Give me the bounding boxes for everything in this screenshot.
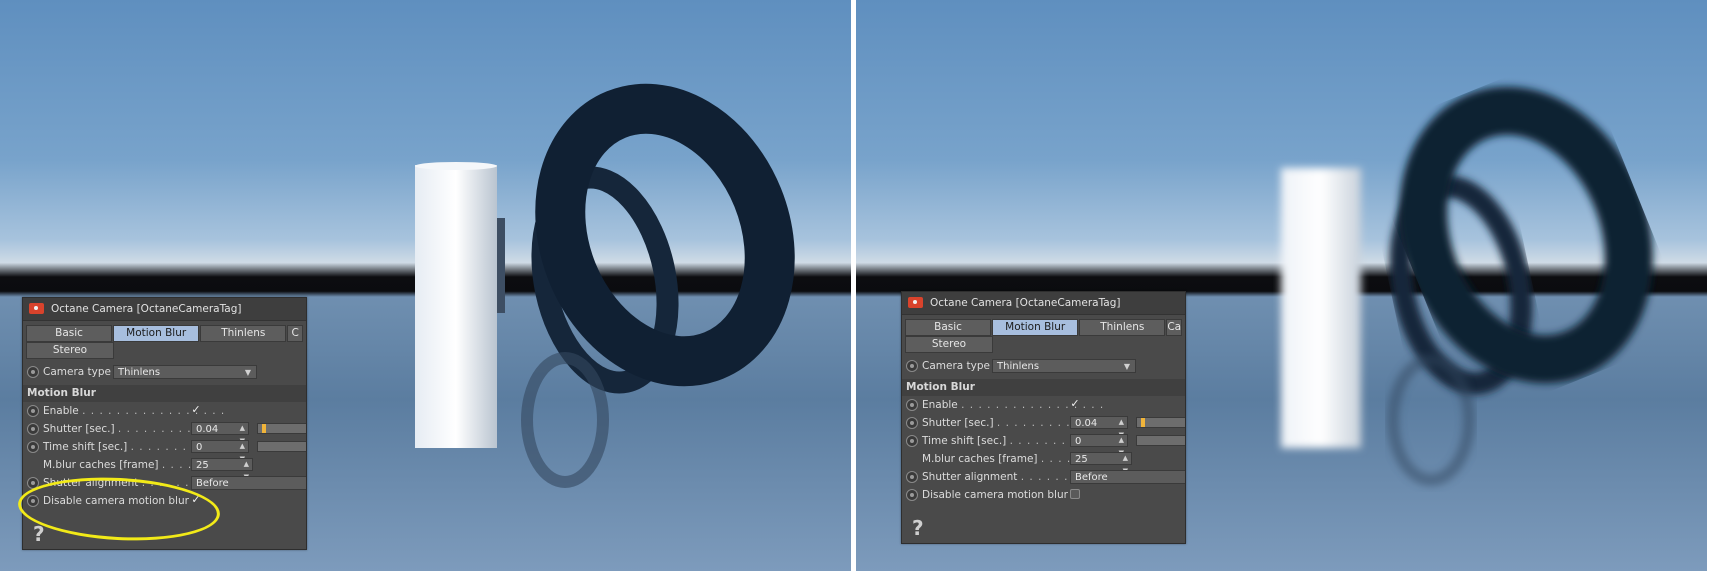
animation-radio-icon[interactable] — [27, 405, 39, 417]
animation-radio-icon[interactable] — [27, 441, 39, 453]
animation-radio-icon[interactable] — [906, 435, 918, 447]
enable-row: Enable . . . . . . . . . . . . . . . . .… — [902, 396, 1185, 414]
time-shift-value: 0 — [1075, 436, 1082, 447]
animation-radio-icon[interactable] — [906, 417, 918, 429]
disable-camera-motion-blur-row: Disable camera motion blur — [902, 486, 1185, 504]
time-shift-slider[interactable] — [1136, 435, 1185, 446]
shutter-alignment-dropdown[interactable]: Before — [1070, 470, 1185, 484]
camera-type-dropdown[interactable]: Thinlens ▼ — [113, 365, 257, 379]
shutter-label: Shutter [sec.] — [922, 417, 994, 429]
chevron-down-icon: ▼ — [1123, 362, 1130, 371]
shutter-alignment-value: Before — [196, 478, 229, 489]
camera-tag-icon — [29, 303, 44, 314]
enable-checkbox[interactable]: ✓ — [191, 404, 201, 415]
dot-leader: . . . . . . . . . . . . . . . . . — [961, 399, 1105, 411]
help-icon[interactable]: ? — [912, 516, 924, 540]
shutter-value: 0.04 — [196, 424, 219, 435]
shutter-label: Shutter [sec.] — [43, 423, 115, 435]
camera-tag-icon — [908, 297, 923, 308]
shutter-slider[interactable] — [257, 423, 306, 434]
time-shift-row: Time shift [sec.] . . . . . . . . . . 0 … — [23, 438, 306, 463]
time-shift-input[interactable]: 0 ▲▼ — [191, 440, 249, 463]
camera-type-row: Camera type Thinlens ▼ — [902, 357, 1185, 375]
tab-bar: Basic Motion Blur Thinlens Camera I — [902, 315, 1185, 336]
camera-type-value: Thinlens — [997, 361, 1040, 372]
disable-camera-motion-blur-label: Disable camera motion blur — [922, 489, 1068, 501]
tab-stereo[interactable]: Stereo — [26, 342, 114, 359]
shutter-row: Shutter [sec.] . . . . . . . . . . . . .… — [902, 414, 1185, 439]
camera-type-label: Camera type — [922, 360, 990, 372]
camera-type-label: Camera type — [43, 366, 111, 378]
slider-handle[interactable] — [1141, 418, 1145, 427]
panel-title-text: Octane Camera [OctaneCameraTag] — [930, 297, 1121, 309]
shutter-slider[interactable] — [1136, 417, 1185, 428]
octane-camera-panel: Octane Camera [OctaneCameraTag] Basic Mo… — [901, 291, 1186, 544]
camera-type-dropdown[interactable]: Thinlens ▼ — [992, 359, 1136, 373]
tab-basic[interactable]: Basic — [905, 319, 992, 336]
panel-title-text: Octane Camera [OctaneCameraTag] — [51, 303, 242, 315]
panel-title: Octane Camera [OctaneCameraTag] — [902, 292, 1185, 315]
panel-title: Octane Camera [OctaneCameraTag] — [23, 298, 306, 321]
camera-type-row: Camera type Thinlens ▼ — [23, 363, 306, 381]
time-shift-row: Time shift [sec.] . . . . . . . . . . 0 … — [902, 432, 1185, 457]
mblur-caches-label: M.blur caches [frame] — [922, 453, 1038, 465]
disable-camera-motion-blur-checkbox[interactable] — [1070, 489, 1080, 499]
tab-stereo[interactable]: Stereo — [905, 336, 993, 353]
mblur-caches-value: 25 — [196, 460, 209, 471]
chevron-down-icon: ▼ — [244, 368, 251, 377]
enable-label: Enable — [43, 405, 79, 417]
tab-camera-imager[interactable]: Camera I — [1166, 319, 1183, 336]
mblur-caches-input[interactable]: 25 ▲▼ — [1070, 452, 1132, 475]
animation-radio-icon[interactable] — [27, 423, 39, 435]
enable-checkbox[interactable]: ✓ — [1070, 398, 1080, 409]
shutter-alignment-dropdown[interactable]: Before — [191, 476, 306, 490]
dot-leader: . . . . . . . . . . . . . . . . . — [82, 405, 226, 417]
mblur-caches-value: 25 — [1075, 454, 1088, 465]
animation-radio-icon[interactable] — [906, 360, 918, 372]
shutter-alignment-value: Before — [1075, 472, 1108, 483]
time-shift-label: Time shift [sec.] — [922, 435, 1007, 447]
tab-motion-blur[interactable]: Motion Blur — [113, 325, 200, 342]
render-view-right: Octane Camera [OctaneCameraTag] Basic Mo… — [856, 0, 1707, 571]
animation-radio-icon[interactable] — [906, 489, 918, 501]
animation-radio-icon[interactable] — [906, 399, 918, 411]
tab-basic[interactable]: Basic — [26, 325, 113, 342]
tab-thinlens[interactable]: Thinlens — [1079, 319, 1166, 336]
tab-camera-imager[interactable]: C — [287, 325, 304, 342]
time-shift-value: 0 — [196, 442, 203, 453]
mblur-caches-row: M.blur caches [frame] . . . . . 25 ▲▼ — [23, 456, 306, 481]
shutter-input[interactable]: 0.04 ▲▼ — [191, 422, 249, 445]
time-shift-slider[interactable] — [257, 441, 306, 452]
shutter-input[interactable]: 0.04 ▲▼ — [1070, 416, 1128, 439]
cylinder-shape — [1281, 168, 1361, 448]
mblur-caches-input[interactable]: 25 ▲▼ — [191, 458, 253, 481]
shutter-value: 0.04 — [1075, 418, 1098, 429]
tab-bar: Basic Motion Blur Thinlens C — [23, 321, 306, 342]
tab-motion-blur[interactable]: Motion Blur — [992, 319, 1079, 336]
enable-row: Enable . . . . . . . . . . . . . . . . .… — [23, 402, 306, 420]
time-shift-label: Time shift [sec.] — [43, 441, 128, 453]
camera-type-value: Thinlens — [118, 367, 161, 378]
mblur-caches-label: M.blur caches [frame] — [43, 459, 159, 471]
animation-radio-icon[interactable] — [906, 471, 918, 483]
tab-thinlens[interactable]: Thinlens — [200, 325, 287, 342]
cylinder-shape — [415, 165, 497, 448]
shutter-alignment-label: Shutter alignment — [922, 471, 1018, 483]
mblur-caches-row: M.blur caches [frame] . . . . . 25 ▲▼ — [902, 450, 1185, 475]
slider-handle[interactable] — [262, 424, 266, 433]
shutter-alignment-row: Shutter alignment . . . . . . . . Before — [902, 468, 1185, 486]
section-title: Motion Blur — [23, 385, 306, 402]
section-title: Motion Blur — [902, 379, 1185, 396]
shutter-row: Shutter [sec.] . . . . . . . . . . . . .… — [23, 420, 306, 445]
enable-label: Enable — [922, 399, 958, 411]
animation-radio-icon[interactable] — [27, 366, 39, 378]
time-shift-input[interactable]: 0 ▲▼ — [1070, 434, 1128, 457]
